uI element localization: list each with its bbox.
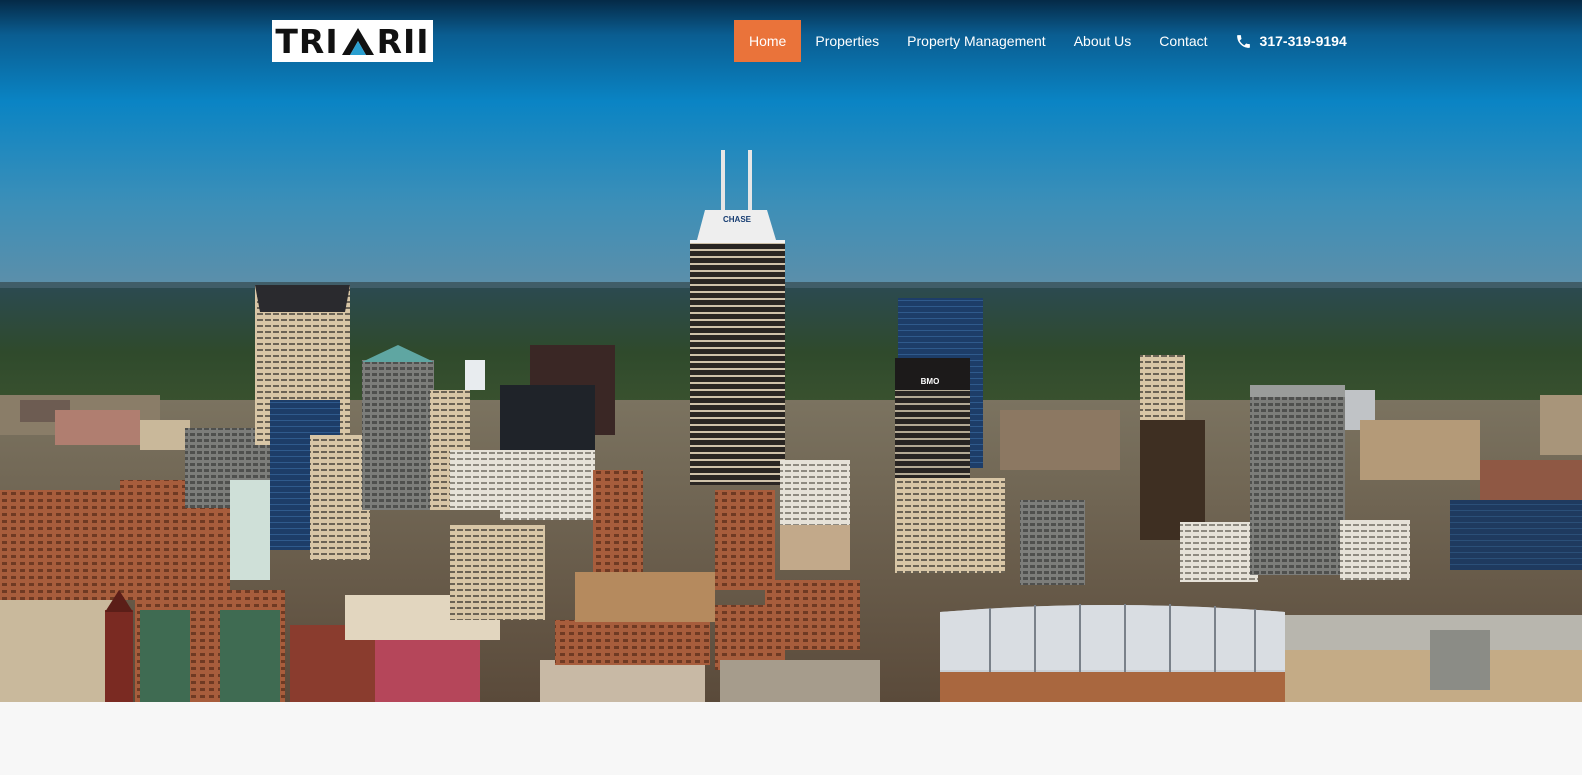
nav-about-us[interactable]: About Us: [1060, 20, 1146, 62]
svg-text:CHASE: CHASE: [723, 215, 752, 224]
nav-properties[interactable]: Properties: [801, 20, 893, 62]
phone-icon: [1236, 34, 1250, 48]
triarii-logo[interactable]: TRI RII: [272, 20, 433, 62]
logo-text-left: TRI: [275, 21, 339, 61]
svg-text:BMO: BMO: [921, 377, 940, 386]
nav-home[interactable]: Home: [734, 20, 802, 62]
main-navigation: Home Properties Property Management Abou…: [734, 20, 1347, 62]
city-skyline-image: CHASE BMO: [0, 0, 1582, 702]
logo-wordmark: TRI RII: [275, 25, 429, 58]
nav-property-management[interactable]: Property Management: [893, 20, 1060, 62]
phone-number: 317-319-9194: [1259, 33, 1347, 49]
logo-text-right: RII: [376, 21, 430, 61]
nav-contact[interactable]: Contact: [1145, 20, 1221, 62]
logo-peak-icon: [341, 28, 374, 55]
hero-banner: CHASE BMO TRI RII Home Properties Proper…: [0, 0, 1582, 702]
content-area: [0, 702, 1582, 775]
phone-link[interactable]: 317-319-9194: [1222, 20, 1347, 62]
